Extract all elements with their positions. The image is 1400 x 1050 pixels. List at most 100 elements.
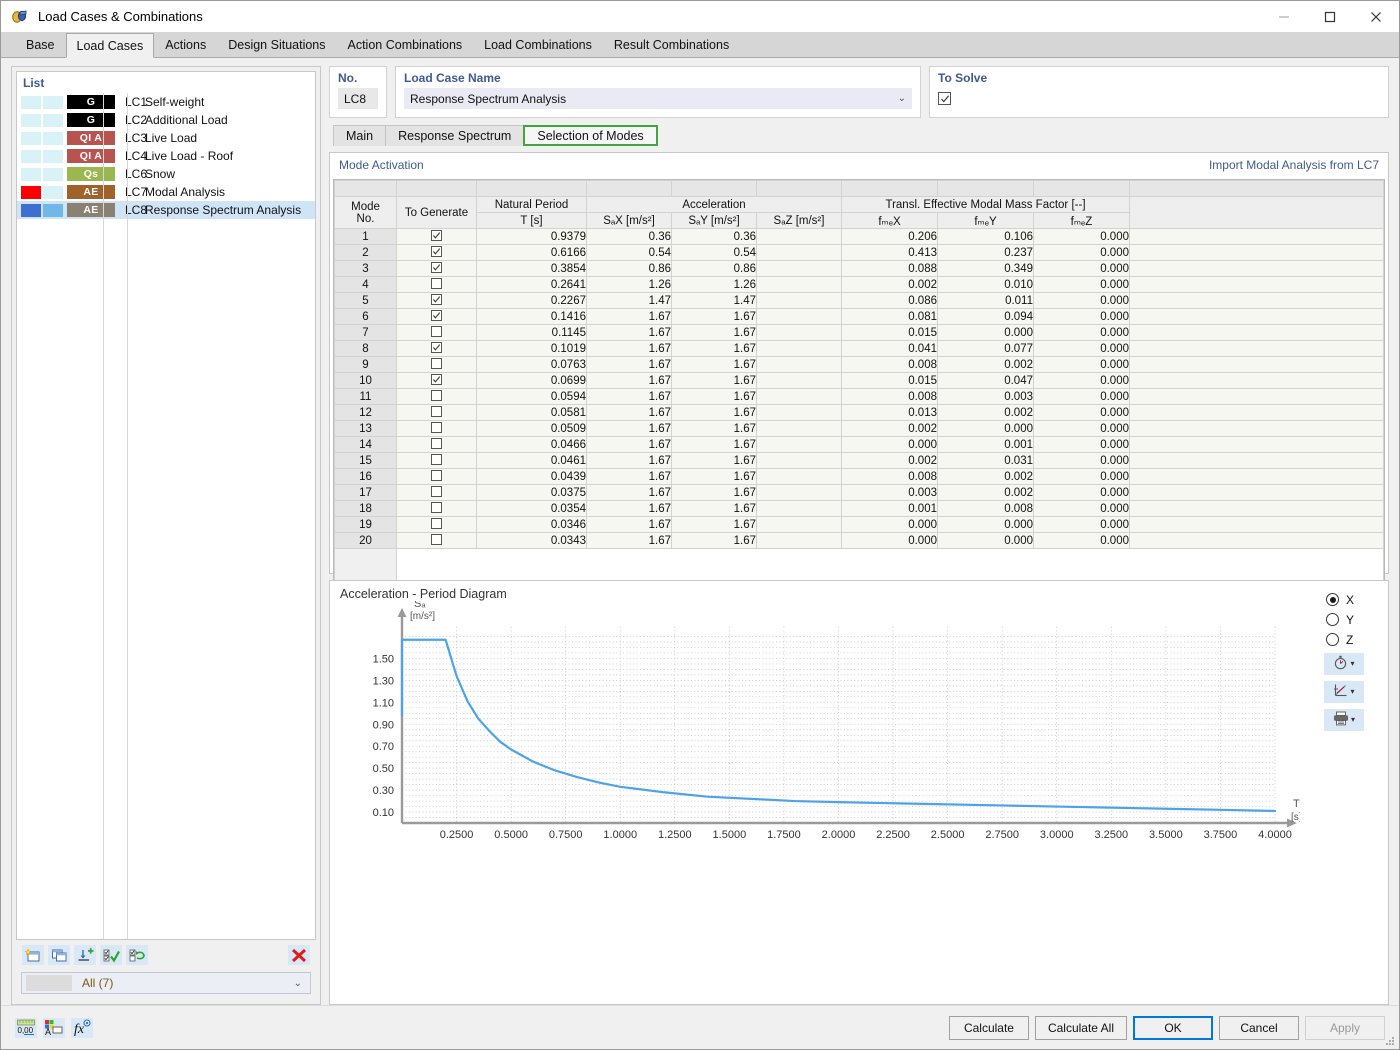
to-generate-checkbox[interactable] <box>431 358 442 369</box>
table-row[interactable]: 100.06991.671.670.0150.0470.000 <box>335 373 1384 389</box>
cell-to-generate[interactable] <box>397 469 477 485</box>
list-item[interactable]: QI ALC4Live Load - Roof <box>17 147 315 165</box>
list-item[interactable]: AELC7Modal Analysis <box>17 183 315 201</box>
to-generate-checkbox[interactable] <box>431 534 442 545</box>
cell-to-generate[interactable] <box>397 485 477 501</box>
chart-axis-x-radio[interactable]: X <box>1322 593 1354 607</box>
cell-to-generate[interactable] <box>397 453 477 469</box>
table-row[interactable]: 60.14161.671.670.0810.0940.000 <box>335 309 1384 325</box>
table-row[interactable]: 190.03461.671.670.0000.0000.000 <box>335 517 1384 533</box>
list-item[interactable]: QI ALC3Live Load <box>17 129 315 147</box>
load-case-list[interactable]: GLC1Self-weightGLC2Additional LoadQI ALC… <box>17 93 315 939</box>
to-generate-checkbox[interactable] <box>431 518 442 529</box>
th-saZ[interactable]: SₐZ [m/s²] <box>757 213 842 229</box>
table-row[interactable]: 170.03751.671.670.0030.0020.000 <box>335 485 1384 501</box>
to-generate-checkbox[interactable] <box>431 438 442 449</box>
to-generate-checkbox[interactable] <box>431 502 442 513</box>
chart-axis-button[interactable]: ▾ <box>1324 681 1364 703</box>
load-case-name-input[interactable]: Response Spectrum Analysis ⌄ <box>404 88 912 109</box>
table-row[interactable]: 130.05091.671.670.0020.0000.000 <box>335 421 1384 437</box>
th-to-generate[interactable]: To Generate <box>397 197 477 229</box>
th-fmeZ[interactable]: fₘₑZ <box>1034 213 1130 229</box>
chart-print-button[interactable]: ▾ <box>1324 709 1364 731</box>
cell-to-generate[interactable] <box>397 245 477 261</box>
table-row[interactable]: 80.10191.671.670.0410.0770.000 <box>335 341 1384 357</box>
copy-load-case-button[interactable] <box>48 945 70 965</box>
table-row[interactable]: 200.03431.671.670.0000.0000.000 <box>335 533 1384 549</box>
to-generate-checkbox[interactable] <box>431 390 442 401</box>
acceleration-period-chart[interactable]: 1.501.301.100.900.700.500.300.100.25000.… <box>340 601 1300 863</box>
tab-result-combinations[interactable]: Result Combinations <box>603 32 740 57</box>
subtab-main[interactable]: Main <box>333 125 386 146</box>
tab-actions[interactable]: Actions <box>154 32 217 57</box>
table-row[interactable]: 50.22671.471.470.0860.0110.000 <box>335 293 1384 309</box>
th-natural-period[interactable]: Natural Period <box>477 197 587 213</box>
no-input[interactable]: LC8 <box>338 88 378 109</box>
select-all-button[interactable] <box>100 945 122 965</box>
cell-to-generate[interactable] <box>397 277 477 293</box>
formula-button[interactable]: fx <box>71 1018 93 1038</box>
delete-load-case-button[interactable] <box>288 945 310 965</box>
table-row[interactable]: 90.07631.671.670.0080.0020.000 <box>335 357 1384 373</box>
to-generate-checkbox[interactable] <box>431 374 442 385</box>
to-generate-checkbox[interactable] <box>431 310 442 321</box>
to-generate-checkbox[interactable] <box>431 454 442 465</box>
table-row[interactable]: 180.03541.671.670.0010.0080.000 <box>335 501 1384 517</box>
list-item[interactable]: GLC2Additional Load <box>17 111 315 129</box>
th-fmeX[interactable]: fₘₑX <box>842 213 938 229</box>
tab-load-combinations[interactable]: Load Combinations <box>473 32 603 57</box>
table-row[interactable]: 30.38540.860.860.0880.3490.000 <box>335 261 1384 277</box>
table-row[interactable]: 70.11451.671.670.0150.0000.000 <box>335 325 1384 341</box>
list-item[interactable]: AELC8Response Spectrum Analysis <box>17 201 315 219</box>
to-generate-checkbox[interactable] <box>431 326 442 337</box>
cell-to-generate[interactable] <box>397 229 477 245</box>
cell-to-generate[interactable] <box>397 517 477 533</box>
cell-to-generate[interactable] <box>397 421 477 437</box>
to-generate-checkbox[interactable] <box>431 294 442 305</box>
cell-to-generate[interactable] <box>397 373 477 389</box>
table-row[interactable]: 160.04391.671.670.0080.0020.000 <box>335 469 1384 485</box>
colors-button[interactable]: A <box>43 1018 65 1038</box>
to-generate-checkbox[interactable] <box>431 486 442 497</box>
th-T[interactable]: T [s] <box>477 213 587 229</box>
units-button[interactable]: 0,00 <box>15 1018 37 1038</box>
to-generate-checkbox[interactable] <box>431 470 442 481</box>
table-row[interactable]: 10.93790.360.360.2060.1060.000 <box>335 229 1384 245</box>
subtab-selection-of-modes[interactable]: Selection of Modes <box>523 125 657 146</box>
cell-to-generate[interactable] <box>397 325 477 341</box>
cell-to-generate[interactable] <box>397 405 477 421</box>
calculate-button[interactable]: Calculate <box>949 1016 1029 1040</box>
table-row[interactable]: 140.04661.671.670.0000.0010.000 <box>335 437 1384 453</box>
apply-button[interactable]: Apply <box>1305 1016 1385 1040</box>
to-generate-checkbox[interactable] <box>431 342 442 353</box>
th-mode-no[interactable]: Mode No. <box>335 197 397 229</box>
table-row[interactable]: 150.04611.671.670.0020.0310.000 <box>335 453 1384 469</box>
tab-design-situations[interactable]: Design Situations <box>217 32 336 57</box>
cell-to-generate[interactable] <box>397 309 477 325</box>
to-generate-checkbox[interactable] <box>431 262 442 273</box>
chart-settings-button[interactable]: ▾ <box>1324 653 1364 675</box>
table-row[interactable]: 40.26411.261.260.0020.0100.000 <box>335 277 1384 293</box>
cell-to-generate[interactable] <box>397 293 477 309</box>
cell-to-generate[interactable] <box>397 533 477 549</box>
to-generate-checkbox[interactable] <box>431 246 442 257</box>
th-saX[interactable]: SₐX [m/s²] <box>587 213 672 229</box>
th-saY[interactable]: SₐY [m/s²] <box>672 213 757 229</box>
list-filter-dropdown[interactable]: All (7) ⌄ <box>21 972 311 994</box>
calculate-all-button[interactable]: Calculate All <box>1035 1016 1127 1040</box>
to-generate-checkbox[interactable] <box>431 278 442 289</box>
chart-axis-y-radio[interactable]: Y <box>1322 613 1354 627</box>
new-load-case-button[interactable] <box>22 945 44 965</box>
th-fmeY[interactable]: fₘₑY <box>938 213 1034 229</box>
table-row[interactable]: 20.61660.540.540.4130.2370.000 <box>335 245 1384 261</box>
cell-to-generate[interactable] <box>397 389 477 405</box>
tab-load-cases[interactable]: Load Cases <box>66 33 155 58</box>
cell-to-generate[interactable] <box>397 261 477 277</box>
list-item[interactable]: QsLC6Snow <box>17 165 315 183</box>
cell-to-generate[interactable] <box>397 341 477 357</box>
close-button[interactable] <box>1353 1 1399 32</box>
cell-to-generate[interactable] <box>397 437 477 453</box>
cell-to-generate[interactable] <box>397 357 477 373</box>
list-item[interactable]: GLC1Self-weight <box>17 93 315 111</box>
to-solve-checkbox[interactable] <box>938 92 951 105</box>
